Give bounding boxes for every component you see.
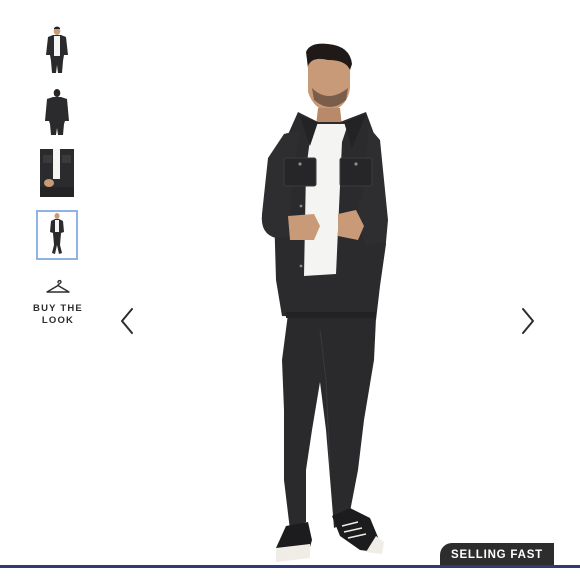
thumbnail-image xyxy=(40,149,74,197)
thumbnail-front-view[interactable] xyxy=(36,24,78,74)
thumbnail-back-view[interactable] xyxy=(36,86,78,136)
previous-image-button[interactable] xyxy=(114,303,140,339)
buy-the-look-button[interactable]: BUY THE LOOK xyxy=(28,278,88,327)
main-product-image xyxy=(261,43,388,562)
next-image-button[interactable] xyxy=(515,303,541,339)
chevron-left-icon xyxy=(121,308,133,334)
buy-the-look-label: BUY THE LOOK xyxy=(33,303,83,326)
model-hand-left xyxy=(288,214,320,240)
model-jeans xyxy=(282,314,376,530)
thumbnail-detail-view[interactable] xyxy=(36,148,78,198)
thumbnail-full-length-view[interactable] xyxy=(36,210,78,260)
product-image-gallery: BUY THE LOOK SELLING FAST xyxy=(0,0,580,580)
selling-fast-badge: SELLING FAST xyxy=(440,543,554,567)
bottom-divider xyxy=(0,565,580,568)
thumbnail-image xyxy=(46,26,68,73)
thumbnail-image xyxy=(50,213,64,254)
hanger-icon xyxy=(46,279,70,293)
thumbnail-image xyxy=(45,89,69,135)
chevron-right-icon xyxy=(522,308,534,334)
